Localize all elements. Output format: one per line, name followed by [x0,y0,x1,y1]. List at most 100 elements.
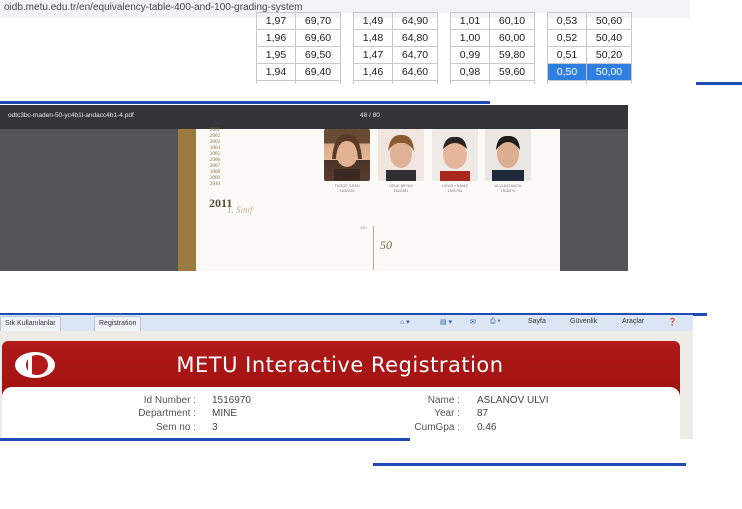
gpa-value: 0.46 [477,422,497,433]
year-item: 2004 [210,146,220,151]
table-cell[interactable]: 50,20 [586,46,632,64]
table-cell[interactable]: 59,60 [489,63,535,81]
table-cell[interactable]: 0,97 [450,80,490,84]
portrait-icon [386,134,416,181]
year-item: 2008 [210,170,220,175]
pdf-toolbar: odtc3bc-maden-50-yc4b1l-andacc4b1-4.pdf … [0,105,628,129]
column-gap [437,80,451,84]
table-cell[interactable]: 50,00 [586,63,632,81]
year-item: 2002 [210,134,220,139]
table-cell[interactable]: 1,95 [256,46,296,64]
year-item: 2009 [210,176,220,181]
year-item: 2010 [210,182,220,187]
student-photo [324,129,370,181]
table-cell[interactable]: 1,49 [353,12,393,30]
table-cell[interactable]: 1,97 [256,12,296,30]
year-item: 2003 [210,140,220,145]
menu-security[interactable]: Güvenlik [570,318,597,325]
column-gap [340,46,354,64]
table-cell[interactable]: 50,60 [586,12,632,30]
table-cell[interactable] [586,80,632,84]
table-cell[interactable]: 69,30 [295,80,341,84]
column-gap [340,29,354,47]
table-cell[interactable]: 60,10 [489,12,535,30]
id-number-label: Id Number : [143,395,196,406]
separator-line [0,438,410,441]
registration-tab[interactable]: Registration [94,316,142,332]
viewer-background [560,129,628,271]
name-label: Name : [427,395,460,406]
table-cell[interactable]: 0,53 [547,12,587,30]
table-cell[interactable]: 59,40 [489,80,535,84]
ie-toolbar: Sık Kullanılanlar Registration ⌂ ▾ ▤ ▾ ✉… [0,315,693,332]
help-icon[interactable]: ❓ [668,318,677,326]
menu-page[interactable]: Sayfa [528,318,546,325]
table-cell[interactable]: 0,52 [547,29,587,47]
name-value: ASLANOV ULVI [477,395,549,406]
table-cell[interactable]: 60,00 [489,29,535,47]
column-gap [534,29,548,47]
column-gap [437,12,451,30]
pdf-page-indicator[interactable]: 48 / 80 [360,112,380,119]
portrait-icon [332,133,362,181]
table-cell[interactable]: 59,80 [489,46,535,64]
table-cell[interactable]: 1,94 [256,63,296,81]
department-label: Department : [138,408,196,419]
year-label: Year : [434,408,460,419]
table-cell[interactable]: 69,50 [295,46,341,64]
table-cell[interactable]: 64,90 [392,12,438,30]
table-cell[interactable]: 1,01 [450,12,490,30]
table-cell[interactable]: 1,45 [353,80,393,84]
semester-label: Sem no : [155,422,196,433]
table-row: 1,95 69,50 1,47 64,70 0,99 59,80 0,51 50,20 [256,46,632,64]
student-id: 1516970 [500,189,516,193]
table-cell[interactable] [547,80,587,84]
column-gap [340,63,354,81]
column-gap [340,80,354,84]
column-gap [534,12,548,30]
column-gap [437,29,451,47]
table-cell[interactable]: 1,96 [256,29,296,47]
table-row: 1,94 69,40 1,46 64,60 0,98 59,60 0,50 50,00 [256,63,632,81]
table-cell[interactable]: 64,80 [392,29,438,47]
column-gap [437,46,451,64]
home-icon[interactable]: ⌂ ▾ [400,318,410,326]
anniversary-logo: 50 [380,238,392,252]
page-divider [373,226,374,270]
table-cell[interactable]: 1,48 [353,29,393,47]
print-icon[interactable]: ⎙ ▾ [490,318,501,326]
table-cell[interactable]: 50,40 [586,29,632,47]
table-cell[interactable]: 1,93 [256,80,296,84]
table-cell[interactable]: 64,70 [392,46,438,64]
table-cell[interactable]: 69,70 [295,12,341,30]
table-cell[interactable]: 0,50 [547,63,587,81]
department-value: MINE [212,408,237,419]
table-cell[interactable]: 1,46 [353,63,393,81]
table-cell[interactable]: 64,60 [392,63,438,81]
column-gap [437,63,451,81]
student-photo [378,129,424,181]
table-cell[interactable]: 0,51 [547,46,587,64]
table-cell[interactable]: 1,00 [450,29,490,47]
feeds-icon[interactable]: ▤ ▾ [440,318,452,326]
grading-table-screenshot: oidb.metu.edu.tr/en/equivalency-table-40… [0,0,690,84]
student-id: 1551795 [447,189,463,193]
table-row: 1,9369,30 1,4564,50 0,9759,40 [256,80,632,84]
year-item: 2006 [210,158,220,163]
student-id: 1622226 [339,189,355,193]
column-gap [534,80,548,84]
table-cell[interactable]: 64,50 [392,80,438,84]
semester-value: 3 [212,422,218,433]
menu-tools[interactable]: Araçlar [622,318,644,325]
table-cell[interactable]: 0,98 [450,63,490,81]
table-cell[interactable]: 69,60 [295,29,341,47]
table-cell[interactable]: 1,47 [353,46,393,64]
table-cell[interactable]: 0,99 [450,46,490,64]
separator-line [373,463,686,466]
student-photo [485,129,531,181]
year-item: 2001 [210,128,220,133]
favorites-tab[interactable]: Sık Kullanılanlar [0,316,61,332]
page-side-strip [178,129,196,271]
table-cell[interactable]: 69,40 [295,63,341,81]
mail-icon[interactable]: ✉ [470,318,476,326]
